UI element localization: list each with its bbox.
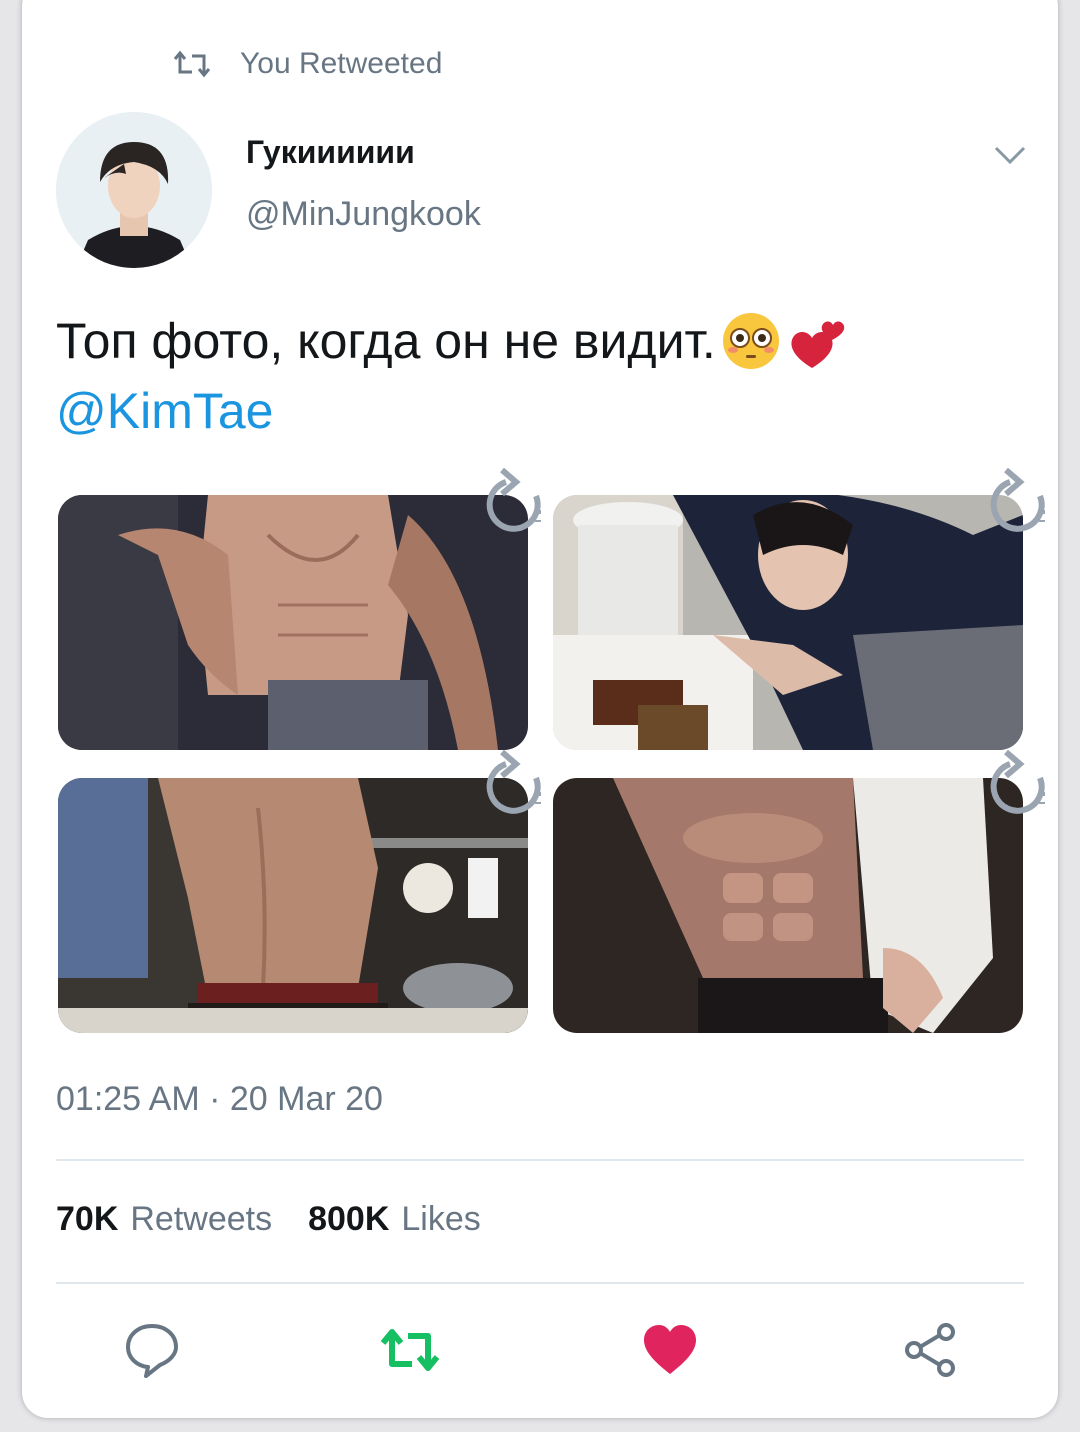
tweet-stats: 70K Retweets 800K Likes bbox=[56, 1200, 517, 1239]
rotate-icon[interactable] bbox=[476, 748, 548, 828]
chevron-down-icon[interactable] bbox=[990, 140, 1030, 170]
divider bbox=[56, 1282, 1024, 1284]
mention-link[interactable]: @KimTae bbox=[56, 376, 1016, 446]
rotate-icon[interactable] bbox=[980, 748, 1052, 828]
retweet-icon bbox=[380, 1329, 440, 1371]
two-hearts-icon bbox=[791, 321, 845, 368]
handle[interactable]: @MinJungkook bbox=[246, 195, 481, 234]
retweets-stat[interactable]: 70K Retweets bbox=[56, 1200, 272, 1239]
photo-3[interactable] bbox=[58, 778, 528, 1033]
likes-stat[interactable]: 800K Likes bbox=[308, 1200, 481, 1239]
like-icon bbox=[644, 1325, 696, 1374]
rotate-icon[interactable] bbox=[980, 466, 1052, 546]
avatar[interactable] bbox=[56, 112, 212, 268]
retweet-context-label: You Retweeted bbox=[240, 47, 443, 80]
share-button[interactable] bbox=[898, 1318, 962, 1382]
likes-label: Likes bbox=[401, 1200, 481, 1238]
flushed-face-icon bbox=[722, 313, 779, 369]
likes-count: 800K bbox=[308, 1200, 390, 1238]
retweets-count: 70K bbox=[56, 1200, 119, 1238]
like-button[interactable] bbox=[638, 1318, 702, 1382]
share-icon bbox=[905, 1323, 955, 1377]
retweet-button[interactable] bbox=[378, 1318, 442, 1382]
retweets-label: Retweets bbox=[130, 1200, 273, 1238]
reply-button[interactable] bbox=[120, 1318, 184, 1382]
photo-2[interactable] bbox=[553, 495, 1023, 750]
tweet-text: Топ фото, когда он не видит. @KimTae bbox=[56, 306, 1016, 446]
display-name[interactable]: Гукииииии bbox=[246, 134, 415, 171]
divider bbox=[56, 1159, 1024, 1161]
retweet-context: You Retweeted bbox=[172, 44, 442, 84]
retweet-context-icon bbox=[173, 50, 211, 78]
reply-icon bbox=[126, 1324, 178, 1378]
tweet-timestamp: 01:25 AM · 20 Mar 20 bbox=[56, 1080, 383, 1118]
photo-4[interactable] bbox=[553, 778, 1023, 1033]
photo-1[interactable] bbox=[58, 495, 528, 750]
tweet-body: Топ фото, когда он не видит. bbox=[56, 313, 716, 369]
rotate-icon[interactable] bbox=[476, 466, 548, 546]
